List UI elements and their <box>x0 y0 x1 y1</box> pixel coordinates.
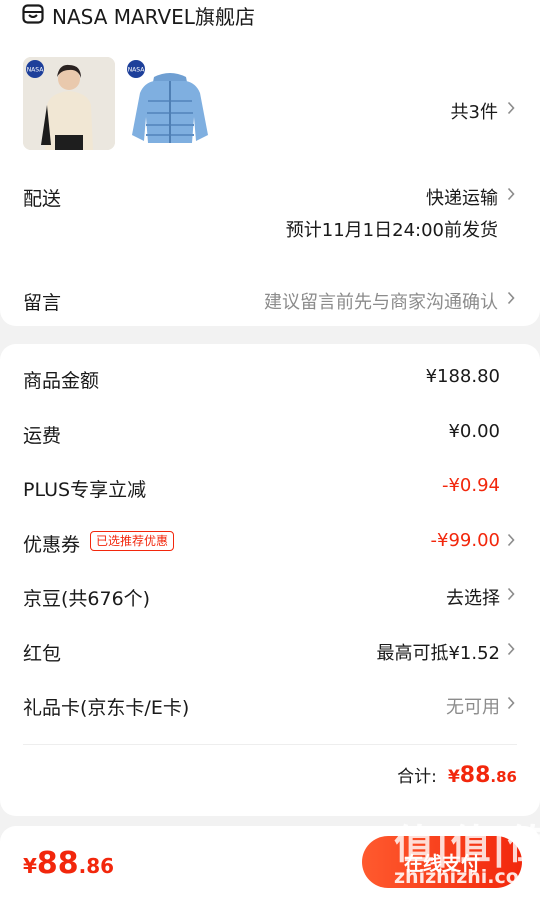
svg-text:NASA: NASA <box>27 67 45 74</box>
jd-bean-label: 京豆(共676个) <box>23 588 151 610</box>
total-amount: 88 <box>459 763 491 788</box>
pay-online-button[interactable]: 在线支付 <box>362 836 522 888</box>
red-packet-label: 红包 <box>23 643 62 665</box>
total-currency: ¥ <box>447 767 460 787</box>
shipping-value: ¥0.00 <box>448 421 500 442</box>
product-thumbnail-sweater[interactable]: NASA <box>23 57 115 150</box>
total-decimal: .86 <box>490 768 517 786</box>
gift-card-value[interactable]: 无可用 <box>446 693 500 719</box>
chevron-right-icon[interactable] <box>507 696 515 710</box>
total-summary: 合计: ¥88.86 <box>397 762 517 788</box>
coupon-label: 优惠券 <box>23 534 81 556</box>
product-count[interactable]: 共3件 <box>451 98 498 124</box>
delivery-label: 配送 <box>23 188 62 210</box>
delivery-estimate: 预计11月1日24:00前发货 <box>285 220 498 241</box>
product-thumbnail-jacket[interactable]: NASA <box>124 57 216 150</box>
goods-amount-label: 商品金额 <box>23 370 100 392</box>
coupon-recommended-tag: 已选推荐优惠 <box>90 531 175 551</box>
total-label: 合计: <box>397 767 437 787</box>
store-icon <box>22 4 44 24</box>
jd-bean-select[interactable]: 去选择 <box>446 584 500 610</box>
order-items-card: NASA MARVEL旗舰店 NASA NASA 共3件 配送 快递运输 预计1… <box>0 0 540 326</box>
checkout-currency: ¥ <box>23 854 37 878</box>
pay-button-label: 在线支付 <box>403 852 480 875</box>
plus-discount-label: PLUS专享立减 <box>23 479 147 501</box>
divider <box>23 744 517 745</box>
price-summary-card: 商品金额 ¥188.80 运费 ¥0.00 PLUS专享立减 -¥0.94 优惠… <box>0 344 540 816</box>
chevron-right-icon[interactable] <box>507 533 515 547</box>
goods-amount-value: ¥188.80 <box>425 366 500 387</box>
delivery-method[interactable]: 快递运输 <box>426 184 498 210</box>
svg-text:NASA: NASA <box>128 67 146 74</box>
chevron-right-icon[interactable] <box>507 101 515 115</box>
checkout-bar: ¥88.86 在线支付 <box>0 826 540 897</box>
gift-card-label: 礼品卡(京东卡/E卡) <box>23 697 190 719</box>
chevron-right-icon[interactable] <box>507 642 515 656</box>
checkout-amount-int: 88 <box>36 846 79 881</box>
shipping-label: 运费 <box>23 425 62 447</box>
store-name[interactable]: NASA MARVEL旗舰店 <box>52 1 255 30</box>
coupon-value[interactable]: -¥99.00 <box>431 530 500 551</box>
message-input[interactable]: 建议留言前先与商家沟通确认 <box>264 288 498 314</box>
checkout-amount-dec: .86 <box>78 854 115 878</box>
message-label: 留言 <box>23 292 62 314</box>
chevron-right-icon[interactable] <box>507 291 515 305</box>
plus-discount-value: -¥0.94 <box>441 475 500 496</box>
red-packet-value[interactable]: 最高可抵¥1.52 <box>376 639 500 665</box>
checkout-amount: ¥88.86 <box>23 846 114 881</box>
chevron-right-icon[interactable] <box>507 187 515 201</box>
chevron-right-icon[interactable] <box>507 587 515 601</box>
